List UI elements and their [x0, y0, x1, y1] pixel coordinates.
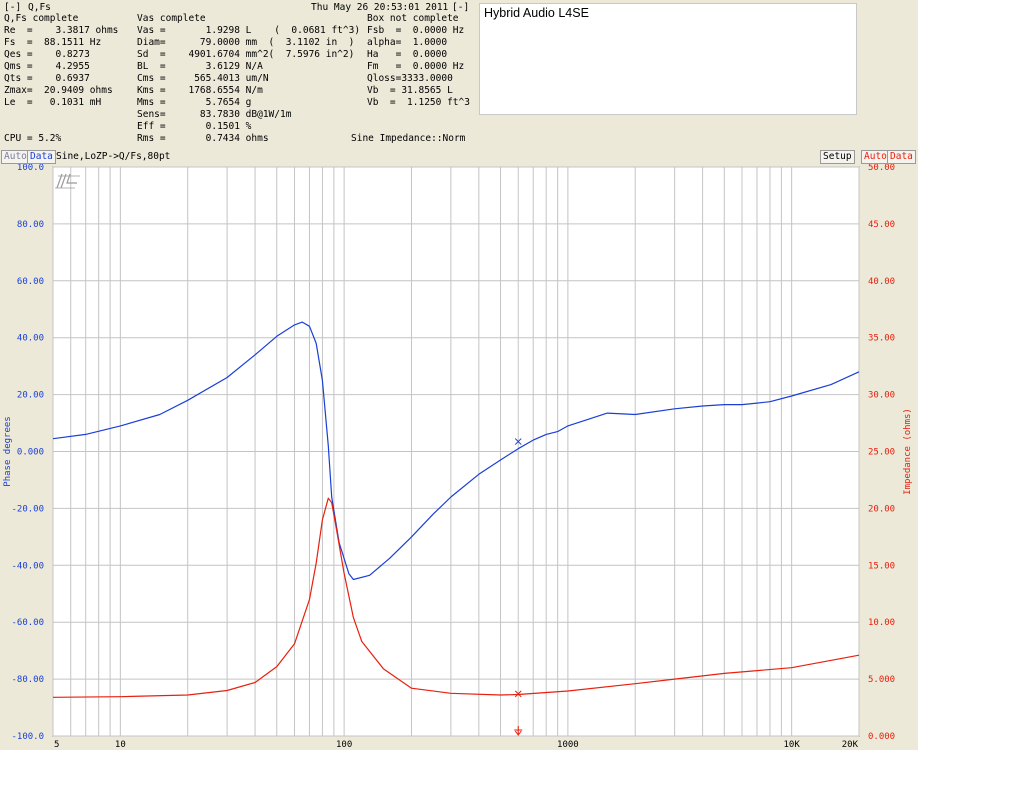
param-sens: Sens= 83.7830 dB@1W/1m [137, 109, 292, 120]
impedance-phase-chart[interactable]: 100.0 80.00 60.00 40.00 20.00 0.000 -20.00 -40.… [0, 163, 918, 750]
measurement-mode: Sine Impedance::Norm [351, 133, 466, 144]
qfs-params: Re = 3.3817 ohms Fs = 88.1511 Hz Qes = 0… [4, 25, 118, 109]
right-axis-ticks: 50.00 45.00 40.00 35.00 30.00 25.00 20.00 15.00… [868, 163, 895, 742]
notes-text: Hybrid Audio L4SE [484, 6, 589, 20]
x-tick-label: 1000 [557, 740, 579, 750]
y-right-tick-label: 50.00 [868, 164, 895, 173]
y-right-tick-label: 5.000 [868, 675, 895, 685]
y-axis-label-right: Impedance (ohms) [903, 408, 913, 495]
param-qloss: Qloss=3333.0000 [367, 73, 453, 84]
app-window: [-] Q,Fs Thu May 26 20:53:01 2011 [-] Q,… [0, 0, 918, 750]
y-right-tick-label: 30.00 [868, 391, 895, 401]
y-right-tick-label: 25.00 [868, 448, 895, 458]
param-cms: Cms = 565.4013 um/N [137, 73, 269, 84]
parameter-readout: [-] Q,Fs Thu May 26 20:53:01 2011 [-] Q,… [0, 0, 470, 148]
y-left-tick-label: -80.00 [11, 675, 44, 685]
x-tick-label: 10 [115, 740, 126, 750]
param-zmax: Zmax= 20.9409 ohms [4, 85, 113, 96]
setup-button[interactable]: Setup [820, 150, 855, 164]
param-re: Re = 3.3817 ohms [4, 25, 119, 36]
vas-status: Vas complete [137, 13, 206, 24]
y-left-tick-label: 0.000 [17, 448, 44, 458]
param-mms: Mms = 5.7654 g [137, 97, 252, 108]
param-vb-ft3: Vb = 1.1250 ft^3 [367, 97, 470, 108]
x-axis-ticks: 5 10 100 1000 10K 20K [54, 740, 859, 750]
y-left-tick-label: -100.0 [11, 732, 44, 742]
plot-toolbar: Auto Data Sine,LoZP->Q/Fs,80pt Setup Aut… [0, 150, 918, 164]
param-qms: Qms = 4.2955 [4, 61, 90, 72]
param-diam: Diam= 79.0000 mm ( 3.1102 in ) [137, 37, 355, 48]
param-vb-liters: Vb = 31.8565 L [367, 85, 453, 96]
param-vas: Vas = 1.9298 L ( 0.0681 ft^3) [137, 25, 361, 36]
data-left-button[interactable]: Data [27, 150, 56, 164]
param-kms: Kms = 1768.6554 N/m [137, 85, 263, 96]
left-axis-ticks: 100.0 80.00 60.00 40.00 20.00 0.000 -20.00 -40.… [11, 163, 44, 742]
x-tick-label: 10K [784, 740, 801, 750]
plot-area: 100.0 80.00 60.00 40.00 20.00 0.000 -20.00 -40.… [0, 163, 918, 750]
qfs-status: Q,Fs complete [4, 13, 79, 24]
param-sd: Sd = 4901.6704 mm^2( 7.5976 in^2) [137, 49, 355, 60]
auto-left-button[interactable]: Auto [1, 150, 30, 164]
y-left-tick-label: 80.00 [17, 220, 44, 230]
cpu-usage: CPU = 5.2% [4, 133, 62, 144]
y-left-tick-label: 20.00 [17, 391, 44, 401]
param-alpha: alpha= 1.0000 [367, 37, 448, 48]
y-axis-label-left: Phase degrees [3, 416, 13, 486]
y-right-tick-label: 0.000 [868, 732, 895, 742]
y-right-tick-label: 35.00 [868, 334, 895, 344]
y-right-tick-label: 20.00 [868, 504, 895, 514]
param-ha: Ha = 0.0000 [367, 49, 448, 60]
param-fsb: Fsb = 0.0000 Hz [367, 25, 465, 36]
y-right-tick-label: 45.00 [868, 220, 895, 230]
x-tick-label: 100 [336, 740, 352, 750]
param-le: Le = 0.1031 mH [4, 97, 102, 108]
auto-right-button[interactable]: Auto [861, 150, 890, 164]
box-params: Fsb = 0.0000 Hz alpha= 1.0000 Ha = 0.000… [367, 25, 470, 109]
box-status: Box not complete [367, 13, 459, 24]
x-tick-label: 20K [842, 740, 859, 750]
x-tick-label: 5 [54, 740, 59, 750]
notes-box[interactable]: Hybrid Audio L4SE [479, 3, 857, 115]
param-qes: Qes = 0.8273 [4, 49, 90, 60]
y-left-tick-label: -20.00 [11, 504, 44, 514]
param-eff: Eff = 0.1501 % [137, 121, 252, 132]
param-qts: Qts = 0.6937 [4, 73, 90, 84]
y-left-tick-label: -60.00 [11, 618, 44, 628]
y-left-tick-label: 40.00 [17, 334, 44, 344]
param-fs: Fs = 88.1511 Hz [4, 37, 102, 48]
param-fm: Fm = 0.0000 Hz [367, 61, 465, 72]
sweep-label: Sine,LoZP->Q/Fs,80pt [56, 151, 171, 162]
y-right-tick-label: 10.00 [868, 618, 895, 628]
y-left-tick-label: 60.00 [17, 277, 44, 287]
param-rms: Rms = 0.7434 ohms [137, 133, 269, 144]
param-bl: BL = 3.6129 N/A [137, 61, 263, 72]
data-right-button[interactable]: Data [887, 150, 916, 164]
y-right-tick-label: 40.00 [868, 277, 895, 287]
y-right-tick-label: 15.00 [868, 561, 895, 571]
y-left-tick-label: -40.00 [11, 561, 44, 571]
y-left-tick-label: 100.0 [17, 164, 44, 173]
vas-params: Vas = 1.9298 L ( 0.0681 ft^3) Diam= 79.0… [137, 25, 360, 145]
